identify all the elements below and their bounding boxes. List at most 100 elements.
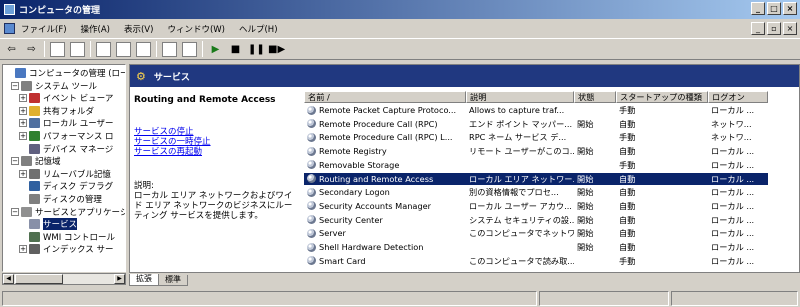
table-row[interactable]: Remote Registry リモート ユーザーがこのコ... 開始 自動 ローカル … [304, 145, 768, 157]
document-icon[interactable] [4, 23, 15, 34]
cell-text: 手動 [619, 255, 636, 266]
scroll-left-icon[interactable]: ◀ [3, 274, 14, 284]
export-list-icon[interactable] [136, 41, 151, 57]
table-row[interactable]: Remote Procedure Call (RPC) L... RPC ネーム … [304, 131, 768, 143]
tree-node[interactable]: デバイス マネージ [19, 143, 113, 155]
tree-node[interactable]: ディスクの管理 [19, 193, 102, 205]
table-row[interactable]: Removable Storage 手動 ローカル ... [304, 159, 768, 171]
tree-node[interactable]: + ローカル ユーザー [19, 117, 114, 129]
menu-view[interactable]: 表示(V) [124, 23, 153, 35]
tree-node-icon [29, 105, 40, 116]
tree-node[interactable]: サービス [19, 218, 78, 231]
expand-icon[interactable]: + [19, 132, 27, 140]
tree-node[interactable]: − 記憶域 [11, 155, 61, 167]
table-cell: 開始 [574, 214, 616, 226]
cell-text: 開始 [577, 242, 594, 252]
table-cell: ローカル ... [708, 200, 768, 212]
tree-node[interactable]: − システム ツール [11, 80, 97, 92]
table-cell: Removable Storage [304, 159, 466, 171]
restart-service-icon[interactable]: ■▶ [268, 42, 285, 57]
tree-node[interactable]: ディスク デフラグ [19, 180, 113, 192]
column-header[interactable]: スタートアップの種類 [616, 91, 708, 103]
column-header[interactable]: ログオン [708, 91, 768, 103]
help-icon[interactable] [162, 41, 177, 57]
tree-node-label: 共有フォルダ [43, 106, 95, 117]
table-row[interactable]: Remote Procedure Call (RPC) エンド ポイント マッパー… [304, 118, 768, 130]
service-gear-icon [307, 105, 316, 115]
menu-help[interactable]: ヘルプ(H) [239, 23, 278, 35]
status-pane-2 [539, 291, 669, 306]
table-row[interactable]: Routing and Remote Access ローカル エリア ネットワー.… [304, 172, 768, 185]
mdi-minimize-button[interactable]: _ [751, 22, 765, 35]
scroll-right-icon[interactable]: ▶ [114, 274, 125, 284]
collapse-icon[interactable]: − [11, 157, 19, 166]
show-hide-tree-icon[interactable] [70, 41, 85, 57]
expand-icon[interactable]: + [19, 245, 27, 254]
tree-node[interactable]: + インデックス サー [19, 243, 113, 255]
tree-node[interactable]: + 共有フォルダ [19, 105, 94, 117]
menu-window[interactable]: ウィンドウ(W) [167, 23, 225, 35]
scroll-thumb[interactable] [15, 274, 63, 284]
restart-service-link[interactable]: サービスの再起動 [134, 145, 202, 157]
cell-text: 手動 [619, 159, 636, 170]
table-row[interactable]: Shell Hardware Detection 開始 自動 ローカル ... [304, 241, 768, 253]
tree-node-icon [21, 156, 32, 167]
table-row[interactable]: Secondary Logon 別の資格情報でプロセ... 開始 自動 ローカル ... [304, 186, 768, 198]
collapse-icon[interactable]: − [11, 207, 19, 216]
cell-text: 自動 [619, 118, 636, 129]
table-cell: ネットワ... [708, 131, 768, 143]
tree-node[interactable]: コンピュータの管理 (ロー [5, 67, 125, 79]
expand-icon[interactable]: + [19, 169, 27, 178]
console-icon[interactable] [182, 41, 197, 57]
toolbar-separator [90, 41, 91, 57]
tree-node-icon [29, 131, 40, 141]
column-header[interactable]: 説明 [466, 91, 574, 103]
mdi-restore-button[interactable]: ▫ [767, 22, 781, 35]
expand-icon[interactable]: + [19, 119, 27, 128]
tree-node-label: デバイス マネージ [43, 144, 114, 155]
table-row[interactable]: Server このコンピュータでネットワ... 開始 自動 ローカル ... [304, 227, 768, 239]
tab-extended[interactable]: 拡張 [129, 274, 159, 286]
expand-icon[interactable]: + [19, 94, 27, 103]
menu-file[interactable]: ファイル(F) [21, 23, 67, 35]
cell-text: Security Center [319, 214, 383, 225]
tree-node-label: サービスとアプリケーシ [35, 207, 126, 218]
tree-horizontal-scrollbar[interactable]: ◀ ▶ [2, 273, 126, 285]
table-row[interactable]: Security Center システム セキュリティの設... 開始 自動 ローカル … [304, 214, 768, 226]
tree-node[interactable]: − サービスとアプリケーシ [11, 206, 126, 218]
tree-node[interactable]: + リムーバブル記憶 [19, 168, 111, 180]
column-header[interactable]: 状態 [574, 91, 616, 103]
up-one-level-icon[interactable] [50, 41, 65, 57]
table-cell: 開始 [574, 173, 616, 185]
refresh-icon[interactable] [116, 41, 131, 57]
expand-icon[interactable]: + [19, 106, 27, 115]
menu-action[interactable]: 操作(A) [81, 23, 110, 35]
collapse-icon[interactable]: − [11, 81, 19, 90]
close-button[interactable]: × [783, 2, 797, 15]
tree-node[interactable]: WMI コントロール [19, 231, 115, 243]
tree-node[interactable]: + パフォーマンス ロ [19, 130, 114, 142]
back-arrow-icon[interactable]: ⇦ [4, 42, 19, 57]
table-cell [574, 131, 616, 143]
cell-text: Shell Hardware Detection [319, 242, 424, 252]
minimize-button[interactable]: _ [751, 2, 765, 15]
table-cell: ローカル ... [708, 227, 768, 239]
table-cell: 開始 [574, 186, 616, 198]
tree-node-label: パフォーマンス ロ [43, 132, 114, 142]
column-header[interactable]: 名前 / [304, 91, 466, 103]
mdi-close-button[interactable]: × [783, 22, 797, 35]
start-service-icon[interactable]: ▶ [208, 42, 223, 57]
tab-standard[interactable]: 標準 [158, 275, 188, 286]
table-row[interactable]: Smart Card このコンピュータで読み取... 手動 ローカル ... [304, 255, 768, 267]
tree-node-icon [29, 93, 40, 104]
table-row[interactable]: Security Accounts Manager ローカル ユーザー アカウ..… [304, 200, 768, 212]
maximize-button[interactable]: □ [767, 2, 781, 15]
tree-node[interactable]: + イベント ビューア [19, 92, 113, 104]
table-row[interactable]: Remote Packet Capture Protoco... Allows t… [304, 104, 768, 116]
properties-icon[interactable] [96, 41, 111, 57]
cell-text: 開始 [577, 118, 594, 129]
service-gear-icon [307, 174, 316, 183]
pause-service-icon[interactable]: ❚❚ [248, 42, 265, 57]
forward-arrow-icon[interactable]: ⇨ [24, 42, 39, 57]
stop-service-icon[interactable]: ■ [228, 42, 243, 57]
